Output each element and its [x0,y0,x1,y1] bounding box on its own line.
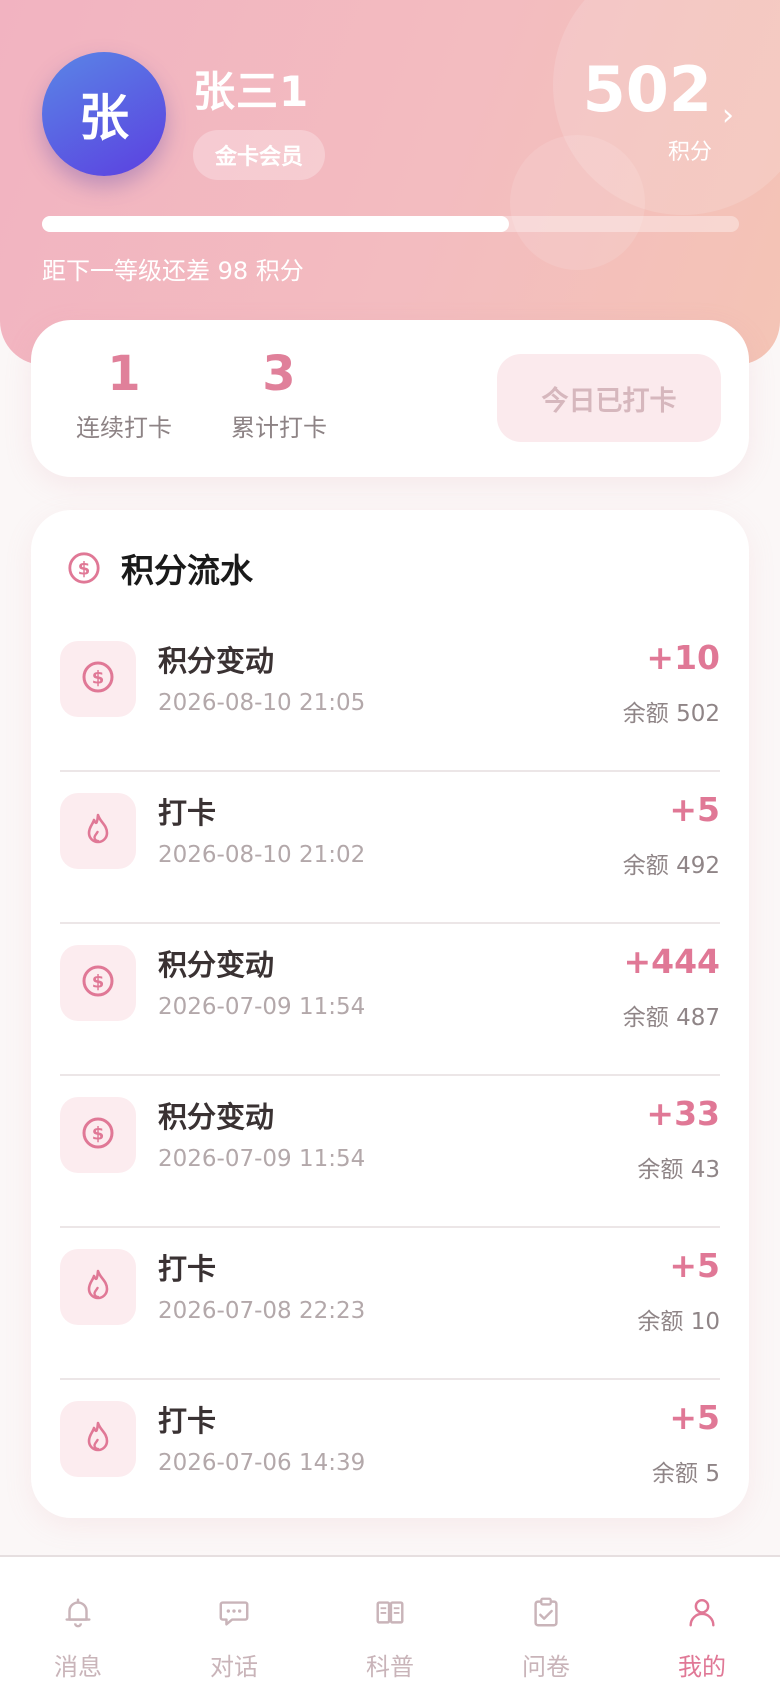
chevron-right-icon[interactable]: › [722,98,734,133]
transaction-amount: +444 [623,942,720,981]
transaction-balance: 余额 502 [622,701,720,727]
nav-label: 我的 [678,1653,726,1681]
user-icon [685,1595,719,1633]
coin-icon: $ [80,1115,116,1155]
flame-icon [80,1267,116,1307]
transaction-time: 2026-07-08 22:23 [158,1298,366,1324]
points-label: 积分 [667,140,712,165]
points-ledger-card: $ 积分流水 $ 积分变动 2026-08-10 21:05 +10 余额 50… [31,510,749,1518]
book-icon [373,1595,407,1633]
svg-text:$: $ [92,972,105,993]
transaction-amount: +5 [669,790,720,829]
profile-header: 张 张三1 金卡会员 502 积分 › 距下一等级还差 98 积分 [0,0,780,365]
transaction-row[interactable]: $ 积分变动 2026-07-09 11:54 +444 余额 487 [60,924,720,1076]
transaction-amount: +10 [646,638,720,677]
coin-icon: $ [68,552,100,584]
transaction-list: $ 积分变动 2026-08-10 21:05 +10 余额 502 打卡 20… [60,620,720,1532]
flame-icon [80,811,116,851]
svg-text:$: $ [92,1124,105,1145]
level-hint: 距下一等级还差 98 积分 [42,257,304,285]
transaction-time: 2026-08-10 21:02 [158,842,366,868]
transaction-row[interactable]: 打卡 2026-08-10 21:02 +5 余额 492 [60,772,720,924]
avatar[interactable]: 张 [42,52,166,176]
coin-icon-box: $ [60,1097,136,1173]
nav-item-clipboard[interactable]: 问卷 [468,1557,624,1688]
flame-icon [80,1419,116,1459]
flame-icon-box [60,793,136,869]
member-level-label: 金卡会员 [215,145,304,170]
transaction-time: 2026-07-09 11:54 [158,1146,366,1172]
transaction-title: 打卡 [158,796,217,830]
total-label: 累计打卡 [231,413,327,442]
user-name: 张三1 [193,67,310,116]
chat-icon [217,1595,251,1633]
nav-item-user[interactable]: 我的 [624,1557,780,1688]
avatar-initial: 张 [79,89,129,147]
total-value: 3 [262,346,296,402]
transaction-row[interactable]: 打卡 2026-07-08 22:23 +5 余额 10 [60,1228,720,1380]
transaction-row[interactable]: 打卡 2026-07-06 14:39 +5 余额 5 [60,1380,720,1532]
svg-text:$: $ [78,559,90,580]
flame-icon-box [60,1401,136,1477]
decor-bubble [510,135,645,270]
transaction-amount: +5 [669,1398,720,1437]
transaction-amount: +33 [646,1094,720,1133]
coin-icon: $ [80,659,116,699]
bell-icon [61,1595,95,1633]
level-progress-fill [42,216,509,232]
transaction-title: 积分变动 [158,948,275,982]
level-progress-bar [42,216,739,232]
flame-icon-box [60,1249,136,1325]
transaction-row[interactable]: $ 积分变动 2026-07-09 11:54 +33 余额 43 [60,1076,720,1228]
transaction-amount: +5 [669,1246,720,1285]
transaction-balance: 余额 492 [622,853,720,879]
points-value[interactable]: 502 [583,55,712,124]
checkin-button[interactable]: 今日已打卡 [497,354,721,442]
nav-label: 科普 [366,1653,414,1681]
transaction-balance: 余额 487 [622,1005,720,1031]
streak-value: 1 [107,346,141,402]
transaction-balance: 余额 5 [652,1461,720,1487]
transaction-title: 积分变动 [158,644,275,678]
transaction-balance: 余额 10 [637,1309,720,1335]
transaction-row[interactable]: $ 积分变动 2026-08-10 21:05 +10 余额 502 [60,620,720,772]
ledger-header: $ 积分流水 [67,542,253,594]
coin-icon-box: $ [60,641,136,717]
nav-item-bell[interactable]: 消息 [0,1557,156,1688]
transaction-title: 打卡 [158,1252,217,1286]
member-level-badge: 金卡会员 [193,130,326,180]
transaction-time: 2026-07-09 11:54 [158,994,366,1020]
transaction-title: 打卡 [158,1404,217,1438]
total-stat: 3 累计打卡 [204,346,354,443]
nav-item-chat[interactable]: 对话 [156,1557,312,1688]
ledger-title: 积分流水 [121,551,253,590]
checkin-card: 1 连续打卡 3 累计打卡 今日已打卡 [31,320,749,477]
bottom-nav: 消息 对话 科普 问卷 我的 [0,1555,780,1688]
transaction-title: 积分变动 [158,1100,275,1134]
streak-label: 连续打卡 [76,413,172,442]
nav-label: 消息 [54,1653,102,1681]
coin-icon-box: $ [60,945,136,1021]
clipboard-icon [529,1595,563,1633]
nav-item-book[interactable]: 科普 [312,1557,468,1688]
transaction-balance: 余额 43 [637,1157,720,1183]
nav-label: 问卷 [522,1653,570,1681]
streak-stat: 1 连续打卡 [59,346,189,443]
nav-label: 对话 [210,1653,258,1681]
transaction-time: 2026-08-10 21:05 [158,690,366,716]
coin-icon: $ [80,963,116,1003]
svg-text:$: $ [92,668,105,689]
transaction-time: 2026-07-06 14:39 [158,1450,366,1476]
